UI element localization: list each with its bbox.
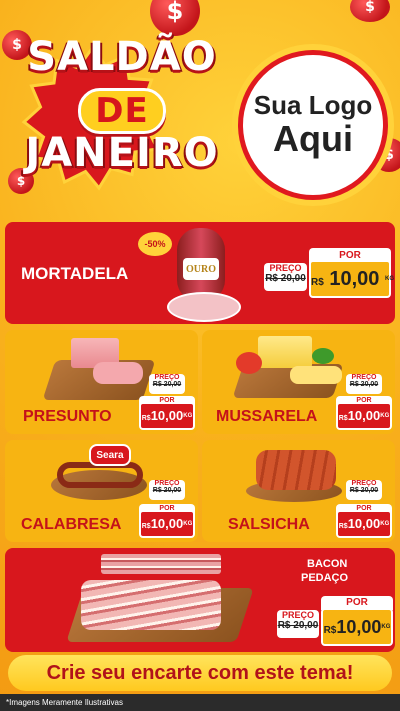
- new-price-value: 10,00: [347, 516, 381, 531]
- brand-label: OURO: [186, 263, 216, 275]
- new-price-box: R$10,00KG: [336, 510, 392, 538]
- old-price-label: PREÇO: [351, 480, 377, 487]
- new-price-value: 10,00: [150, 408, 184, 423]
- old-price-value: R$ 20,00: [152, 487, 182, 494]
- seara-logo: Seara: [89, 444, 131, 466]
- product-name-line-1: BACON: [307, 558, 348, 570]
- product-name: CALABRESA: [21, 516, 122, 533]
- brand-label: Seara: [96, 449, 124, 461]
- old-price-tag: PREÇO R$ 20,00: [346, 480, 382, 500]
- old-price-value: R$ 20,00: [277, 620, 319, 631]
- currency-label: R$: [311, 277, 324, 288]
- mortadela-image: OURO: [167, 228, 241, 322]
- bacon-slices: [81, 580, 221, 630]
- disclaimer: *Imagens Meramente Ilustrativas: [0, 694, 400, 711]
- title-line-2: DE: [22, 88, 222, 134]
- new-price-tag: POR R$10,00KG: [336, 504, 392, 538]
- ham-slices: [93, 362, 143, 384]
- product-name: PRESUNTO: [23, 408, 112, 425]
- logo-text-line-1: Sua Logo: [253, 90, 373, 121]
- currency-label: R$: [338, 523, 348, 530]
- old-price-tag: PREÇO R$ 20,00: [346, 374, 382, 394]
- product-name: MORTADELA: [21, 264, 129, 283]
- product-card-mussarela[interactable]: MUSSARELA PREÇO R$ 20,00 POR R$10,00KG: [202, 330, 395, 434]
- old-price-value: R$ 20,00: [349, 381, 379, 388]
- product-card-calabresa[interactable]: Seara CALABRESA PREÇO R$ 20,00 POR R$10,…: [5, 440, 198, 542]
- currency-label: R$: [141, 523, 151, 530]
- currency-label: R$: [141, 415, 151, 422]
- title-line-1: SALDÃO: [27, 34, 217, 80]
- old-price-tag: PREÇO R$ 20,00: [264, 263, 307, 291]
- old-price-value: R$ 20,00: [152, 381, 182, 388]
- title-block: SALDÃO DE JANEIRO: [22, 18, 222, 198]
- product-card-bacon[interactable]: BACON PEDAÇO PREÇO R$ 20,00 POR R$10,00K…: [5, 548, 395, 652]
- new-price-box: R$ 10,00 KG: [309, 260, 394, 298]
- new-price-value: 10,00: [336, 617, 382, 637]
- cheese-slices: [290, 366, 342, 384]
- cheese-block: [258, 336, 312, 368]
- cta-text: Crie seu encarte com este tema!: [46, 661, 354, 684]
- new-price-tag: POR R$10,00KG: [321, 596, 393, 646]
- new-price-box: R$10,00KG: [139, 402, 195, 430]
- product-name: SALSICHA: [228, 516, 310, 533]
- unit-label: KG: [380, 413, 390, 419]
- old-price-tag: PREÇO R$ 20,00: [277, 610, 319, 638]
- unit-label: KG: [380, 521, 390, 527]
- unit-label: KG: [183, 521, 193, 527]
- title-pill: DE: [78, 88, 166, 134]
- currency-label: R$: [323, 625, 337, 636]
- header-banner: $ $ $ $ $ $ SALDÃO DE JANEIRO Sua Logo A…: [0, 0, 400, 215]
- old-price-label: PREÇO: [351, 374, 377, 381]
- old-price-value: R$ 20,00: [349, 487, 379, 494]
- product-card-presunto[interactable]: PRESUNTO PREÇO R$ 20,00 POR R$10,00KG: [5, 330, 198, 434]
- product-card-mortadela[interactable]: MORTADELA -50% OURO PREÇO R$ 20,00 POR R…: [5, 222, 395, 324]
- new-price-box: R$10,00KG: [336, 402, 392, 430]
- coin-icon: $: [350, 0, 390, 22]
- old-price-tag: PREÇO R$ 20,00: [149, 480, 185, 500]
- old-price-value: R$ 20,00: [265, 273, 306, 284]
- new-price-box: R$10,00KG: [139, 510, 195, 538]
- old-price-label: PREÇO: [154, 480, 180, 487]
- logo-text-line-2: Aqui: [273, 117, 353, 159]
- old-price-label: PREÇO: [154, 374, 180, 381]
- sausages-pile: [256, 450, 336, 490]
- unit-label: KG: [381, 624, 391, 630]
- new-price-tag: POR R$10,00KG: [139, 396, 195, 430]
- logo-placeholder[interactable]: Sua Logo Aqui: [238, 50, 388, 200]
- old-price-label: PREÇO: [269, 263, 302, 273]
- product-name-line-2: PEDAÇO: [301, 572, 349, 584]
- currency-label: R$: [338, 415, 348, 422]
- new-price-tag: POR R$ 10,00 KG: [309, 248, 394, 298]
- product-card-salsicha[interactable]: SALSICHA PREÇO R$ 20,00 POR R$10,00KG: [202, 440, 395, 542]
- cta-banner[interactable]: Crie seu encarte com este tema!: [8, 655, 392, 691]
- tomato-icon: [236, 352, 262, 374]
- bacon-block: [101, 554, 221, 574]
- new-price-value: 10,00: [150, 516, 184, 531]
- new-price-box: R$10,00KG: [321, 608, 393, 646]
- unit-label: KG: [384, 276, 394, 282]
- old-price-tag: PREÇO R$ 20,00: [149, 374, 185, 394]
- title-line-3: JANEIRO: [25, 130, 219, 176]
- old-price-label: PREÇO: [281, 610, 314, 620]
- new-price-tag: POR R$10,00KG: [336, 396, 392, 430]
- new-price-tag: POR R$10,00KG: [139, 504, 195, 538]
- new-price-value: 10,00: [329, 268, 380, 290]
- unit-label: KG: [183, 413, 193, 419]
- basil-icon: [312, 348, 334, 364]
- product-name: MUSSARELA: [216, 408, 318, 425]
- new-price-value: 10,00: [347, 408, 381, 423]
